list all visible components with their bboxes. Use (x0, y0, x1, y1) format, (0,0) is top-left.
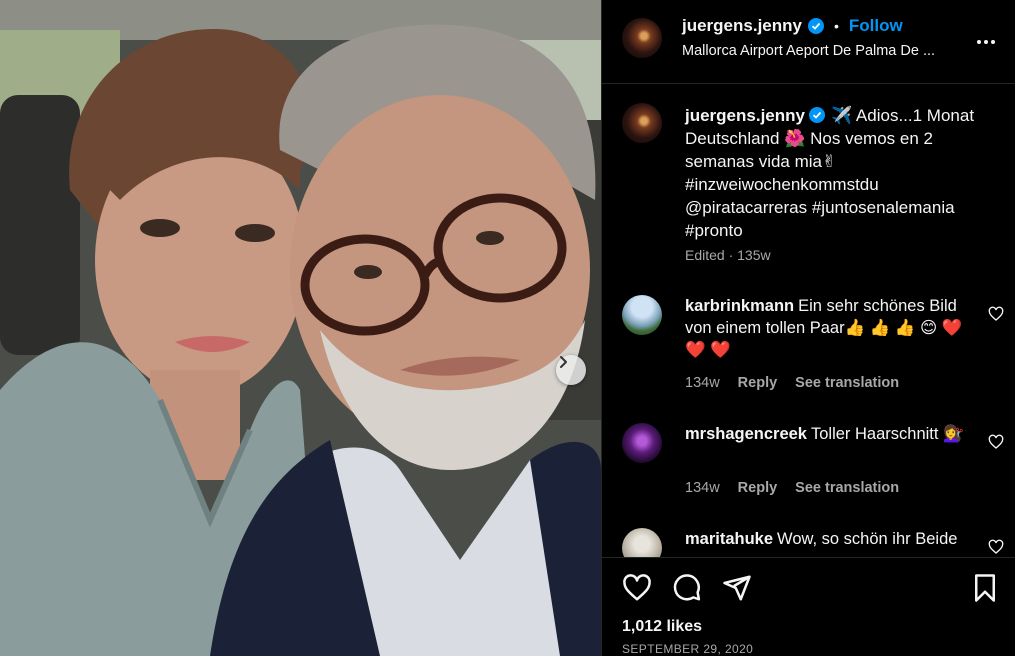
caption-text-block: juergens.jenny ✈️ Adios...1 Monat Deutsch… (685, 104, 985, 242)
chevron-right-icon (560, 356, 567, 368)
comment-text: Toller Haarschnitt 💇‍♀️ (811, 425, 964, 443)
comment-time: 134w (685, 480, 720, 496)
commenter-avatar[interactable] (622, 295, 662, 335)
comment-text-block: karbrinkmann Ein sehr schönes Bild von ei… (685, 295, 975, 361)
comment-time: 134w (685, 375, 720, 391)
comment-text-block: mrshagencreek Toller Haarschnitt 💇‍♀️ (685, 423, 975, 445)
follow-button[interactable]: Follow (849, 16, 903, 36)
post-location[interactable]: Mallorca Airport Aeport De Palma De ... (682, 43, 952, 59)
post-actions: 1,012 likes SEPTEMBER 29, 2020 (602, 557, 1015, 656)
next-photo-button[interactable] (556, 355, 586, 385)
likes-count[interactable]: 1,012 likes (622, 618, 702, 636)
verified-badge-icon (807, 18, 824, 34)
commenter-avatar[interactable] (622, 423, 662, 463)
comment-icon[interactable] (672, 573, 702, 603)
separator-dot: • (833, 18, 839, 34)
comment-username[interactable]: maritahuke (685, 530, 773, 548)
comment-meta: 134w Reply See translation (685, 375, 899, 391)
bookmark-icon[interactable] (970, 573, 1000, 603)
see-translation-button[interactable]: See translation (795, 480, 899, 496)
verified-badge-icon (808, 107, 825, 123)
comment-username[interactable]: mrshagencreek (685, 425, 807, 443)
comment-text-block: maritahuke Wow, so schön ihr Beide (685, 528, 975, 550)
comment-like-heart-icon[interactable] (988, 539, 1004, 555)
post-date: SEPTEMBER 29, 2020 (622, 642, 754, 656)
reply-button[interactable]: Reply (738, 480, 778, 496)
comment-username[interactable]: karbrinkmann (685, 297, 794, 315)
more-icon[interactable] (974, 30, 998, 54)
reply-button[interactable]: Reply (738, 375, 778, 391)
comment-meta: 134w Reply See translation (685, 480, 899, 496)
share-icon[interactable] (722, 573, 752, 603)
author-avatar[interactable] (622, 18, 662, 58)
caption-meta: Edited · 135w (685, 247, 771, 263)
heart-icon[interactable] (622, 573, 652, 603)
commenter-avatar[interactable] (622, 528, 662, 557)
caption-avatar[interactable] (622, 103, 662, 143)
see-translation-button[interactable]: See translation (795, 375, 899, 391)
post-photo[interactable] (0, 0, 601, 656)
author-line: juergens.jenny • Follow (682, 16, 903, 36)
comment-like-heart-icon[interactable] (988, 434, 1004, 450)
caption-text: ✈️ Adios...1 Monat Deutschland 🌺 Nos vem… (685, 106, 975, 240)
post-side-panel: juergens.jenny • Follow Mallorca Airport… (601, 0, 1015, 656)
comment-text: Wow, so schön ihr Beide (777, 530, 958, 548)
comment-like-heart-icon[interactable] (988, 306, 1004, 322)
post-image (0, 0, 601, 656)
post-header: juergens.jenny • Follow Mallorca Airport… (602, 0, 1015, 84)
caption-username[interactable]: juergens.jenny (685, 106, 805, 125)
comments-area[interactable]: juergens.jenny ✈️ Adios...1 Monat Deutsch… (602, 85, 1015, 557)
author-username[interactable]: juergens.jenny (682, 16, 802, 36)
